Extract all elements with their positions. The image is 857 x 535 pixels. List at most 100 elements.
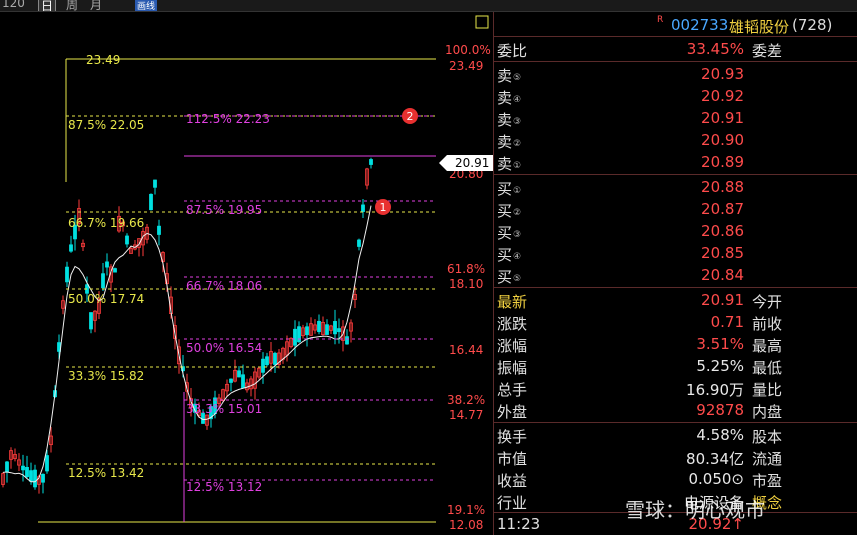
sell-label: 卖⑤ [497,67,522,85]
axis-label-100pct: 100.0% [445,43,491,57]
buy-row-1[interactable]: 买① 20.88 [494,177,857,198]
candle-body [113,268,117,273]
candle-body [89,312,93,330]
candle-body [293,328,297,346]
buy-price: 20.88 [701,178,744,196]
quote-label: 市值 [497,450,528,468]
quote-label-right: 最高 [752,337,783,355]
buy-label: 买② [497,202,522,220]
quote-row-marketcap: 市值 80.34亿 流通 [494,447,857,468]
fib-yellow-label-5: 12.5% 13.42 [68,466,144,480]
candle-body [345,336,349,345]
quote-label-right: 前收 [752,315,783,333]
fib-yellow-label-0: 23.49 [86,53,120,67]
candle-body [105,261,109,268]
fib-yellow-label-3: 50.0% 17.74 [68,292,144,306]
sell-label: 卖② [497,133,522,151]
fib-yellow-label-2: 66.7% 19.66 [68,216,144,230]
stock-name[interactable]: 雄韬股份 [729,16,789,37]
divider [494,422,857,423]
quote-row-volume: 总手 16.90万 量比 [494,378,857,399]
sell-price: 20.91 [701,109,744,127]
sell-price: 20.89 [701,153,744,171]
quote-label: 涨跌 [497,315,528,333]
sell-row-2[interactable]: 卖② 20.90 [494,130,857,151]
fib-magenta-label-0: 112.5% 22.23 [186,112,270,126]
quote-row-pct: 涨幅 3.51% 最高 [494,334,857,355]
divider [494,61,857,62]
buy-price: 20.85 [701,244,744,262]
quote-label-right: 内盘 [752,403,783,421]
candle-body [5,461,9,473]
sell-label: 卖④ [497,89,522,107]
quote-row-eps: 收益 0.050⊙ 市盈 [494,469,857,490]
axis-label-618pct: 61.8% [447,262,485,276]
quote-label-right: 量比 [752,381,783,399]
candle-body [65,266,69,283]
quote-label: 换手 [497,428,528,446]
candle-body [325,324,329,335]
quote-panel: R 002733 雄韬股份 (728) 委比 33.45% 委差 卖⑤ 20.93… [493,12,857,535]
buy-row-3[interactable]: 买③ 20.86 [494,221,857,242]
ratio-label: 委比 [497,42,528,60]
diff-label: 委差 [752,42,783,60]
ratio-value: 33.45% [686,40,744,58]
fib-magenta-label-4: 33.3% 15.01 [186,402,262,416]
quote-label-right: 最低 [752,359,783,377]
settings-square-icon[interactable] [475,15,489,29]
period-120-button[interactable]: 120 [2,0,25,10]
sell-row-5[interactable]: 卖⑤ 20.93 [494,64,857,85]
quote-label-right: 今开 [752,293,783,311]
quote-row-latest: 最新 20.91 今开 [494,290,857,311]
sell-row-3[interactable]: 卖③ 20.91 [494,108,857,129]
quote-value: 92878 [696,401,744,419]
quote-value: 20.91 [701,291,744,309]
quote-value: 80.34亿 [686,450,744,468]
sell-price: 20.90 [701,131,744,149]
divider [494,174,857,175]
buy-row-2[interactable]: 买② 20.87 [494,199,857,220]
candle-body [41,473,45,483]
sell-row-1[interactable]: 卖① 20.89 [494,152,857,173]
fib-magenta-label-5: 12.5% 13.12 [186,480,262,494]
quote-label-right: 股本 [752,428,783,446]
stock-code[interactable]: 002733 [671,16,728,34]
quote-row-turnover: 换手 4.58% 股本 [494,425,857,446]
candle-body [337,328,341,333]
day-period-button[interactable]: 日 [38,0,57,11]
candle-body [69,244,73,252]
candle-body [369,159,373,165]
quote-value: 0.050⊙ [688,470,744,488]
marker-2-label: 2 [407,110,414,123]
candle-body [305,326,309,336]
kline-chart[interactable]: 23.49 87.5% 22.05 66.7% 19.66 50.0% 17.7… [0,12,493,535]
draw-line-button[interactable]: 画线 [135,0,158,11]
sell-price: 20.92 [701,87,744,105]
quote-row-amplitude: 振幅 5.25% 最低 [494,356,857,377]
kline-svg[interactable]: 23.49 87.5% 22.05 66.7% 19.66 50.0% 17.7… [0,12,493,535]
axis-label-2349: 23.49 [449,59,483,73]
quote-value: 0.71 [710,313,744,331]
week-period-button[interactable]: 周 [66,0,78,11]
candle-body [237,370,241,378]
buy-label: 买④ [497,246,522,264]
candle-body [265,356,269,366]
candle-body [297,326,301,343]
current-price-tag-text: 20.91 [455,156,489,170]
r-marker: R [657,15,664,25]
candle-body [153,179,157,188]
candle-body [333,321,337,335]
quote-label: 振幅 [497,359,528,377]
buy-price: 20.86 [701,222,744,240]
buy-row-4[interactable]: 买④ 20.85 [494,243,857,264]
quote-value: 3.51% [696,335,744,353]
axis-label-382pct: 38.2% [447,393,485,407]
time-label: 11:23 [497,515,541,533]
sell-row-4[interactable]: 卖④ 20.92 [494,86,857,107]
fib-magenta-label-2: 66.7% 18.06 [186,279,262,293]
axis-label-1208: 12.08 [449,518,483,532]
month-period-button[interactable]: 月 [90,0,102,11]
buy-row-5[interactable]: 买⑤ 20.84 [494,265,857,286]
axis-label-1810: 18.10 [449,277,483,291]
sell-label: 卖① [497,155,522,173]
